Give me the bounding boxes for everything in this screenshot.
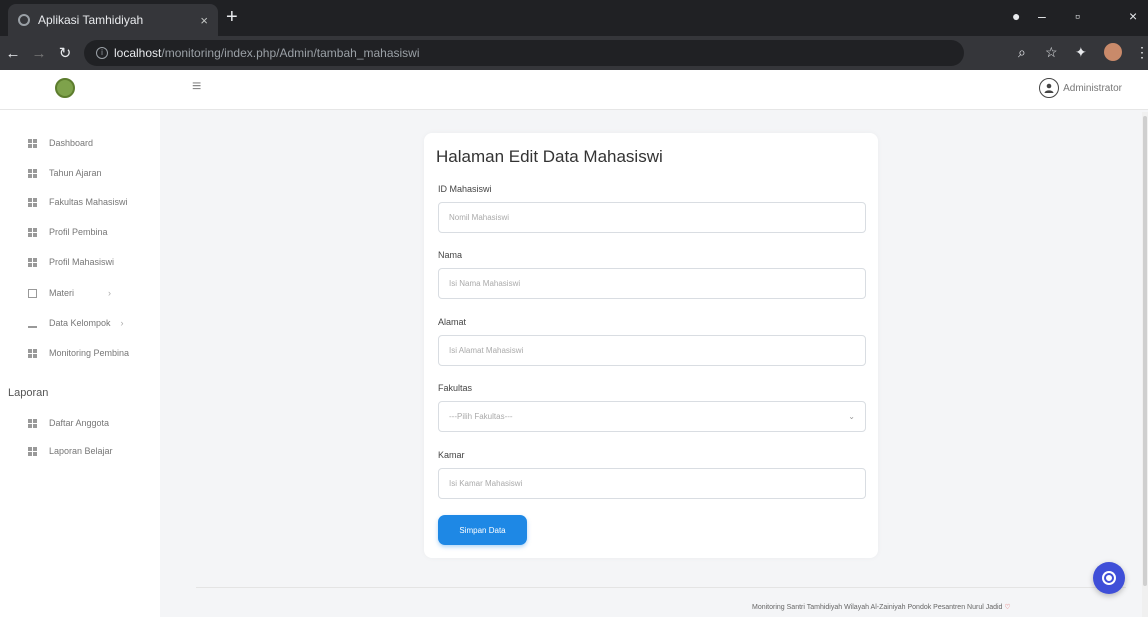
grid-icon — [28, 418, 37, 428]
book-icon — [28, 288, 37, 298]
nama-label: Nama — [438, 250, 463, 260]
sidebar-item-monitoring-pembina[interactable]: Monitoring Pembina — [28, 348, 129, 358]
heart-icon: ♡ — [1004, 604, 1011, 611]
sidebar-item-label: Fakultas Mahasiswi — [49, 197, 128, 207]
page-title: Halaman Edit Data Mahasiswi — [436, 147, 663, 166]
sidebar: Dashboard Tahun Ajaran Fakultas Mahasisw… — [0, 110, 160, 617]
footer-text: Monitoring Santri Tamhidiyah Wilayah Al-… — [752, 603, 1011, 611]
footer-label: Monitoring Santri Tamhidiyah Wilayah Al-… — [752, 604, 1003, 611]
nama-input[interactable]: Isi Nama Mahasiswi — [438, 268, 866, 299]
back-icon[interactable]: ← — [0, 45, 26, 62]
url-input[interactable]: i localhost /monitoring/index.php/Admin/… — [84, 40, 964, 66]
browser-tab-bar: Aplikasi Tamhidiyah × + ● – ▫ × — [0, 0, 1148, 36]
grid-icon — [28, 227, 37, 237]
sidebar-item-label: Data Kelompok — [49, 318, 111, 328]
id-mahasiswi-input[interactable]: Nomil Mahasiswi — [438, 202, 866, 233]
sidebar-item-materi[interactable]: Materi › — [28, 288, 111, 298]
gear-icon — [1104, 573, 1114, 583]
sidebar-item-label: Laporan Belajar — [49, 446, 113, 456]
sidebar-item-profil-mahasiswi[interactable]: Profil Mahasiswi — [28, 257, 114, 267]
sidebar-item-daftar-anggota[interactable]: Daftar Anggota — [28, 418, 109, 428]
chevron-right-icon: › — [108, 288, 112, 298]
grid-icon — [28, 446, 37, 456]
extensions-icon[interactable]: ✦ — [1075, 44, 1087, 61]
grid-icon — [28, 197, 37, 207]
fakultas-label: Fakultas — [438, 383, 473, 393]
user-icon — [1039, 78, 1060, 98]
hamburger-menu-icon[interactable]: ≡ — [192, 78, 201, 96]
tab-title: Aplikasi Tamhidiyah — [38, 13, 144, 27]
sidebar-item-label: Dashboard — [49, 138, 94, 148]
info-icon: i — [96, 47, 108, 59]
sidebar-item-profil-pembina[interactable]: Profil Pembina — [28, 227, 108, 237]
reload-icon[interactable]: ↻ — [52, 44, 78, 62]
sidebar-item-tahun-ajaran[interactable]: Tahun Ajaran — [28, 168, 102, 178]
sidebar-item-label: Tahun Ajaran — [49, 168, 102, 178]
edit-form-card: Halaman Edit Data Mahasiswi ID Mahasiswi… — [424, 133, 878, 558]
chevron-down-icon: ⌄ — [848, 412, 855, 421]
url-host: localhost — [114, 46, 162, 60]
sidebar-item-laporan-belajar[interactable]: Laporan Belajar — [28, 446, 113, 456]
fakultas-select[interactable]: ---Pilih Fakultas--- ⌄ — [438, 401, 866, 432]
url-path: /monitoring/index.php/Admin/tambah_mahas… — [161, 46, 420, 60]
grid-icon — [28, 257, 37, 267]
star-icon[interactable]: ☆ — [1045, 44, 1058, 61]
sidebar-item-fakultas-mahasiswi[interactable]: Fakultas Mahasiswi — [28, 197, 128, 207]
sidebar-item-data-kelompok[interactable]: Data Kelompok › — [28, 318, 124, 328]
alamat-label: Alamat — [438, 317, 467, 327]
grid-icon — [28, 168, 37, 178]
minimize-icon[interactable]: – — [1038, 8, 1046, 24]
grid-icon — [28, 138, 37, 148]
settings-fab-button[interactable] — [1093, 562, 1125, 594]
sidebar-item-label: Daftar Anggota — [49, 418, 110, 428]
sidebar-item-label: Materi — [49, 288, 75, 298]
browser-tab[interactable]: Aplikasi Tamhidiyah × — [8, 4, 218, 36]
scrollbar-thumb[interactable] — [1143, 116, 1147, 586]
address-bar-row: ← → ↻ i localhost /monitoring/index.php/… — [0, 36, 1148, 70]
user-menu[interactable]: Administrator — [1039, 78, 1122, 98]
sidebar-item-dashboard[interactable]: Dashboard — [28, 138, 93, 148]
user-group-icon — [28, 319, 37, 328]
window-close-icon[interactable]: × — [1129, 8, 1137, 24]
chevron-right-icon: › — [120, 318, 124, 328]
simpan-data-button[interactable]: Simpan Data — [438, 515, 527, 545]
grid-icon — [28, 348, 37, 358]
sidebar-item-label: Profil Mahasiswi — [49, 257, 115, 267]
sidebar-item-label: Monitoring Pembina — [49, 348, 130, 358]
more-menu-icon[interactable]: ⋮ — [1135, 44, 1148, 61]
fakultas-select-value: ---Pilih Fakultas--- — [449, 412, 513, 421]
forward-icon[interactable]: → — [26, 45, 52, 62]
profile-avatar[interactable] — [1104, 43, 1122, 61]
id-mahasiswi-label: ID Mahasiswi — [438, 184, 492, 194]
new-tab-icon[interactable]: + — [226, 6, 238, 29]
app-header: ≡ Administrator — [0, 70, 1148, 110]
search-icon[interactable]: ⌕ — [1018, 44, 1026, 61]
alamat-input[interactable]: Isi Alamat Mahasiswi — [438, 335, 866, 366]
tab-close-icon[interactable]: × — [200, 13, 208, 28]
kamar-label: Kamar — [438, 450, 465, 460]
footer-divider — [196, 587, 1126, 588]
app-logo[interactable] — [55, 78, 75, 98]
user-name: Administrator — [1063, 82, 1122, 94]
sidebar-item-label: Profil Pembina — [49, 227, 108, 237]
sidebar-section-title: Laporan — [8, 387, 49, 399]
record-icon[interactable]: ● — [1012, 8, 1020, 24]
maximize-icon[interactable]: ▫ — [1075, 8, 1080, 24]
kamar-input[interactable]: Isi Kamar Mahasiswi — [438, 468, 866, 499]
globe-icon — [18, 14, 30, 26]
